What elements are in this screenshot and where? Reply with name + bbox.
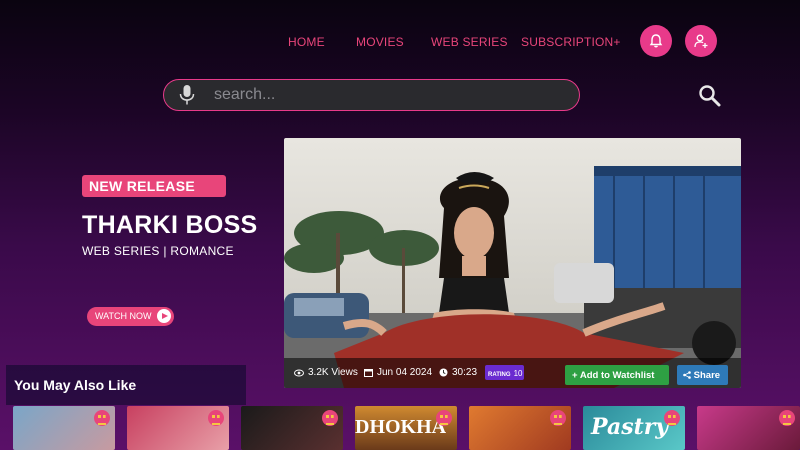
- thumbnail-card[interactable]: [469, 406, 571, 450]
- plus-icon: +: [572, 370, 580, 381]
- views-count: 3.2K Views: [308, 367, 358, 378]
- thumbnail-card[interactable]: Pastry: [583, 406, 685, 450]
- section-title: You May Also Like: [14, 377, 137, 393]
- duration-meta: 30:23: [439, 367, 477, 378]
- magnifier-icon[interactable]: [698, 84, 722, 108]
- nav-movies[interactable]: MOVIES: [356, 35, 404, 49]
- rating-label: RATING: [488, 372, 511, 378]
- thumbnail-card[interactable]: [127, 406, 229, 450]
- thumbnail-card[interactable]: [241, 406, 343, 450]
- top-nav: HOME MOVIES WEB SERIES SUBSCRIPTION+: [0, 0, 800, 80]
- premium-crown-icon: [322, 410, 338, 426]
- search-bar: [163, 79, 721, 111]
- rating-badge: RATING 10: [485, 365, 524, 380]
- release-date: Jun 04 2024: [377, 367, 433, 378]
- card-caption: DHOKHA: [355, 416, 447, 438]
- clock-icon: [439, 368, 448, 377]
- add-to-watchlist-button[interactable]: + Add to Watchlist: [565, 365, 669, 385]
- share-label: Share: [693, 370, 721, 381]
- watch-now-button[interactable]: WATCH NOW: [87, 307, 174, 326]
- profile-button[interactable]: [685, 25, 717, 57]
- search-input[interactable]: [214, 85, 514, 105]
- microphone-icon[interactable]: [178, 84, 196, 106]
- share-button[interactable]: Share: [677, 365, 728, 385]
- featured-genre: WEB SERIES | ROMANCE: [82, 244, 234, 258]
- duration: 30:23: [452, 367, 478, 378]
- nav-web-series[interactable]: WEB SERIES: [431, 35, 508, 49]
- featured-hero-image[interactable]: [284, 138, 741, 388]
- premium-crown-icon: [208, 410, 224, 426]
- share-icon: [683, 371, 691, 379]
- thumbnail-card[interactable]: [697, 406, 800, 450]
- premium-crown-icon: [550, 410, 566, 426]
- thumbnail-card[interactable]: DHOKHA: [355, 406, 457, 450]
- add-user-icon: [694, 34, 708, 48]
- nav-home[interactable]: HOME: [288, 35, 325, 49]
- watchlist-label: Add to Watchlist: [579, 370, 655, 381]
- views-meta: 3.2K Views: [294, 367, 358, 378]
- hero-scene: [284, 138, 741, 388]
- bell-icon: [649, 34, 663, 48]
- calendar-icon: [364, 369, 373, 377]
- new-release-badge: NEW RELEASE: [82, 175, 226, 197]
- featured-title: THARKI BOSS: [82, 211, 258, 239]
- premium-crown-icon: [664, 410, 680, 426]
- card-caption: Pastry: [591, 414, 669, 440]
- notifications-button[interactable]: [640, 25, 672, 57]
- date-meta: Jun 04 2024: [364, 367, 432, 378]
- premium-crown-icon: [94, 410, 110, 426]
- featured-info-bar: 3.2K Views Jun 04 2024 30:23 RATING 10 + …: [284, 360, 741, 388]
- thumbnail-card[interactable]: [13, 406, 115, 450]
- play-icon: [157, 309, 171, 323]
- premium-crown-icon: [436, 410, 452, 426]
- premium-crown-icon: [779, 410, 795, 426]
- rating-value: 10: [513, 369, 523, 378]
- watch-now-label: WATCH NOW: [95, 311, 152, 321]
- eye-icon: [294, 369, 304, 376]
- nav-subscription[interactable]: SUBSCRIPTION+: [521, 35, 621, 49]
